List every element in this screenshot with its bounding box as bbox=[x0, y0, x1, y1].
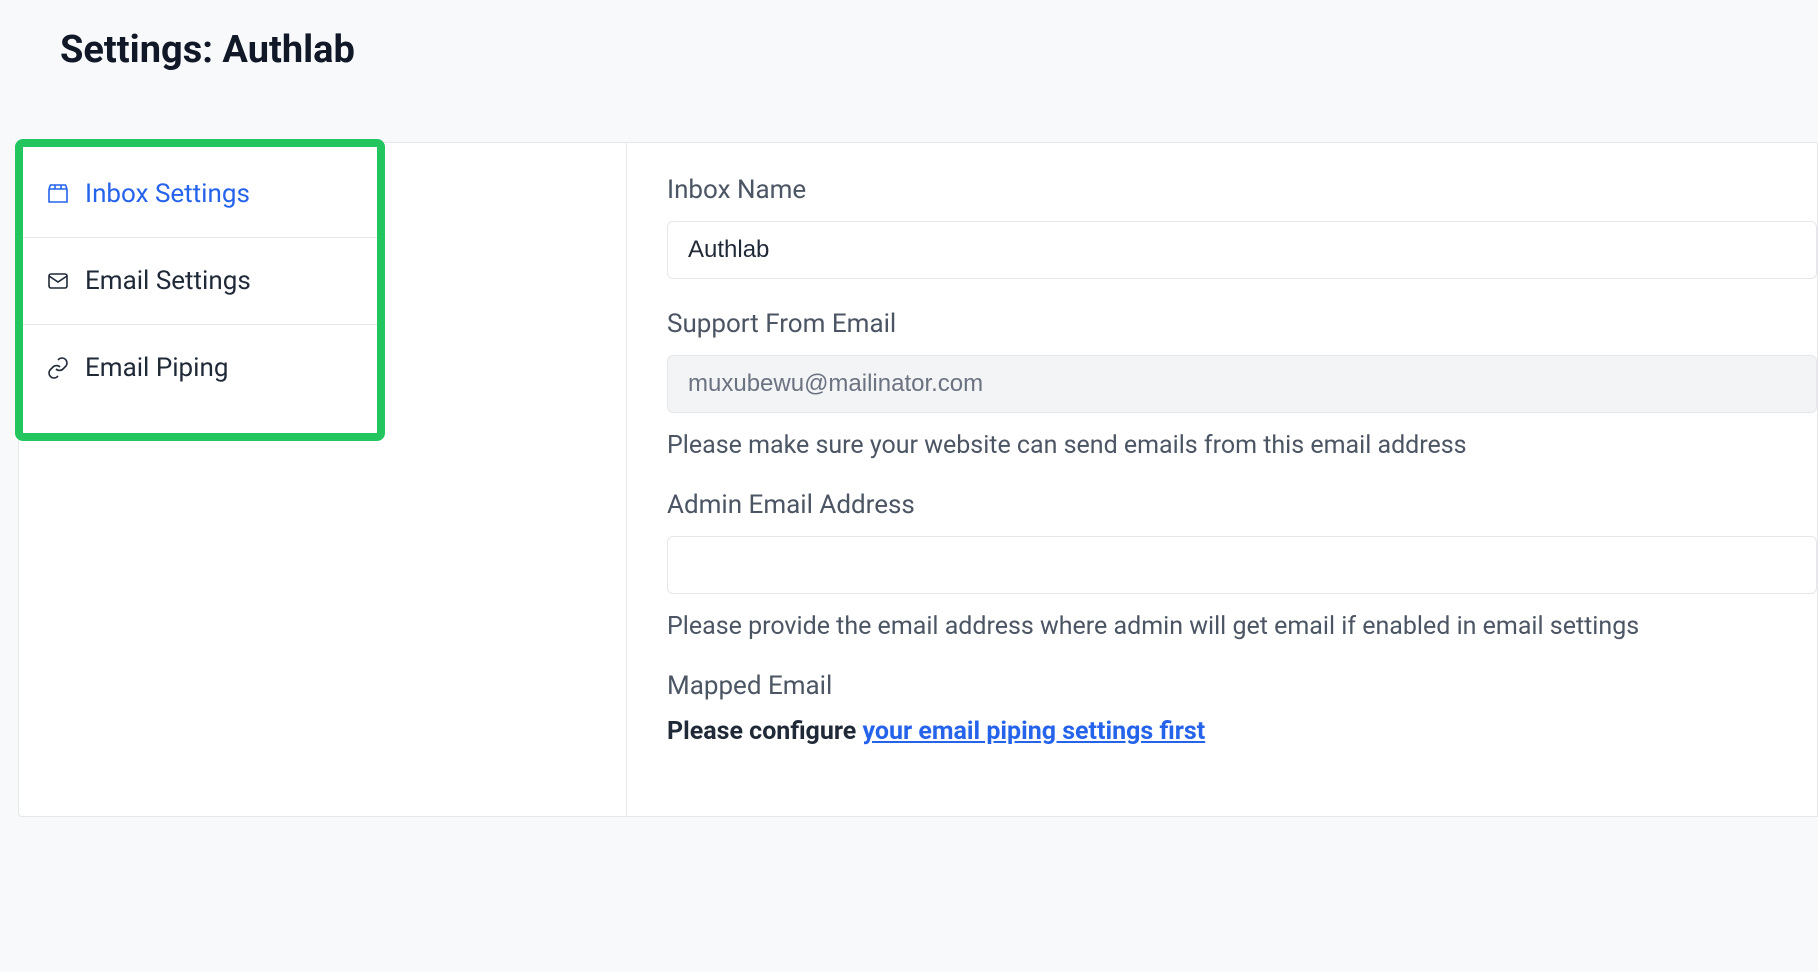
page-title: Settings: Authlab bbox=[60, 28, 1758, 72]
sidebar-item-inbox-settings[interactable]: Inbox Settings bbox=[23, 151, 377, 238]
link-icon bbox=[45, 355, 71, 381]
sidebar-item-email-settings[interactable]: Email Settings bbox=[23, 238, 377, 325]
mapped-email-label: Mapped Email bbox=[667, 671, 1817, 701]
inbox-name-input[interactable] bbox=[667, 221, 1817, 279]
content-wrap: Inbox Settings Email Settings Email Pipi… bbox=[0, 142, 1818, 817]
support-from-help: Please make sure your website can send e… bbox=[667, 431, 1817, 460]
page-header: Settings: Authlab bbox=[0, 0, 1818, 106]
sidebar-item-email-piping[interactable]: Email Piping bbox=[23, 325, 377, 411]
notice-prefix: Please configure bbox=[667, 717, 862, 746]
sidebar-highlight: Inbox Settings Email Settings Email Pipi… bbox=[15, 139, 385, 441]
field-support-from-email: Support From Email Please make sure your… bbox=[667, 309, 1817, 460]
inbox-name-label: Inbox Name bbox=[667, 175, 1817, 205]
sidebar-item-label: Inbox Settings bbox=[85, 179, 250, 209]
email-piping-settings-link[interactable]: your email piping settings first bbox=[862, 717, 1205, 746]
admin-email-input[interactable] bbox=[667, 536, 1817, 594]
support-from-label: Support From Email bbox=[667, 309, 1817, 339]
inbox-icon bbox=[45, 181, 71, 207]
support-from-input[interactable] bbox=[667, 355, 1817, 413]
settings-form: Inbox Name Support From Email Please mak… bbox=[626, 142, 1818, 817]
mail-icon bbox=[45, 268, 71, 294]
sidebar-item-label: Email Piping bbox=[85, 353, 228, 383]
settings-sidebar: Inbox Settings Email Settings Email Pipi… bbox=[18, 142, 626, 817]
field-admin-email: Admin Email Address Please provide the e… bbox=[667, 490, 1817, 641]
field-mapped-email: Mapped Email Please configure your email… bbox=[667, 671, 1817, 746]
sidebar-item-label: Email Settings bbox=[85, 266, 251, 296]
admin-email-help: Please provide the email address where a… bbox=[667, 612, 1817, 641]
admin-email-label: Admin Email Address bbox=[667, 490, 1817, 520]
mapped-email-notice: Please configure your email piping setti… bbox=[667, 717, 1817, 746]
field-inbox-name: Inbox Name bbox=[667, 175, 1817, 279]
